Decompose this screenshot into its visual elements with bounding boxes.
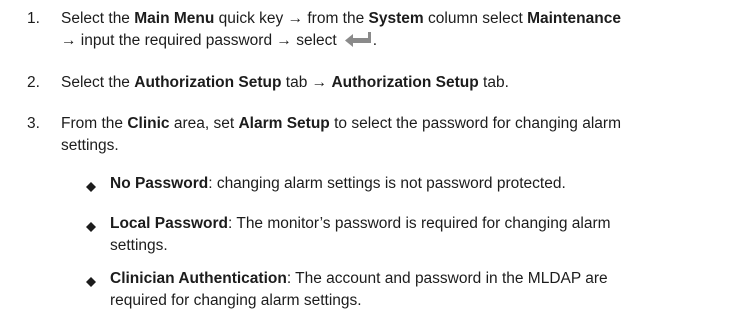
text: required for changing alarm settings. [110,292,362,309]
bold-term: Maintenance [527,10,621,27]
diamond-bullet-icon [86,272,96,287]
bold-term: Local Password [110,215,229,232]
text: settings. [110,237,168,254]
bullet-line: required for changing alarm settings. [110,290,730,312]
text: column select [423,10,528,27]
bold-term: Authorization Setup [331,74,479,91]
step-line: Select the Authorization Setup tab → Aut… [61,72,731,94]
text: tab. [478,74,509,91]
step-text: Select the Main Menu quick key → from th… [61,8,731,52]
text: tab → [281,74,332,91]
text: . [372,32,378,49]
text: From the [61,115,128,132]
bold-term: Clinic [127,115,170,132]
bullet-line: No Password: changing alarm settings is … [110,173,730,195]
step-text: From the Clinic area, set Alarm Setup to… [61,113,731,157]
enter-arrow-icon [343,31,373,49]
text: Select the [61,10,135,27]
bullet-line: Clinician Authentication: The account an… [110,268,730,290]
bold-term: Alarm Setup [238,115,330,132]
text: to select the password for changing alar… [329,115,621,132]
bold-term: Authorization Setup [134,74,282,91]
diamond-bullet-icon [86,177,96,192]
text: settings. [61,137,119,154]
manual-page: 1. Select the Main Menu quick key → from… [0,0,742,314]
step-line: settings. [61,135,731,157]
bullet-line: Local Password: The monitor’s password i… [110,213,730,235]
bullet-text: Clinician Authentication: The account an… [110,268,730,312]
diamond-bullet-icon [86,217,96,232]
text: : changing alarm settings is not passwor… [208,175,566,192]
text: : The account and password in the MLDAP … [286,270,608,287]
bold-term: Main Menu [134,10,215,27]
text: area, set [169,115,239,132]
step-number: 1. [27,10,40,27]
bullet-text: No Password: changing alarm settings is … [110,173,730,195]
text: quick key → from the [214,10,369,27]
bullet-line: settings. [110,235,730,257]
step-text: Select the Authorization Setup tab → Aut… [61,72,731,94]
step-line: Select the Main Menu quick key → from th… [61,8,731,30]
bold-term: Clinician Authentication [110,270,287,287]
text: : The monitor’s password is required for… [228,215,611,232]
text: → input the required password → select [61,32,337,49]
bullet-text: Local Password: The monitor’s password i… [110,213,730,257]
bold-term: System [368,10,424,27]
bold-term: No Password [110,175,209,192]
step-number: 2. [27,74,40,91]
step-line: From the Clinic area, set Alarm Setup to… [61,113,731,135]
step-number: 3. [27,115,40,132]
text: Select the [61,74,135,91]
step-line: → input the required password → select. [61,30,731,52]
